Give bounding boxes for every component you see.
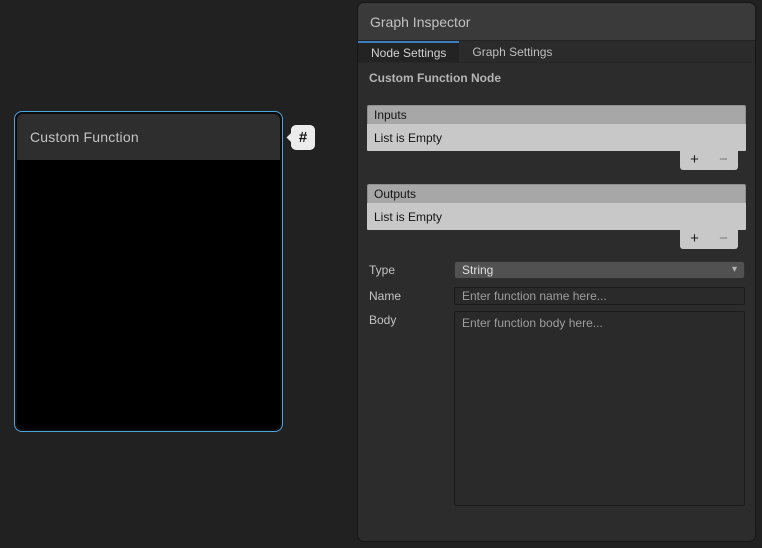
hash-badge[interactable]: # <box>291 125 315 150</box>
tab-graph-settings-label: Graph Settings <box>472 45 552 59</box>
add-output-button[interactable]: + <box>690 231 699 246</box>
inputs-list-empty-label: List is Empty <box>374 131 442 145</box>
dropdown-arrow-icon: ▾ <box>732 265 737 275</box>
body-label: Body <box>369 311 454 329</box>
tab-graph-settings[interactable]: Graph Settings <box>459 41 565 62</box>
add-input-button[interactable]: + <box>690 152 699 167</box>
outputs-list-footer: + − <box>367 230 746 249</box>
inputs-list-buttons: + − <box>680 151 738 170</box>
outputs-list-header-label: Outputs <box>374 187 416 201</box>
inputs-list-footer: + − <box>367 151 746 170</box>
type-label: Type <box>369 261 454 279</box>
inputs-list-empty-row: List is Empty <box>367 124 746 151</box>
outputs-list-buttons: + − <box>680 230 738 249</box>
remove-output-button[interactable]: − <box>719 231 728 246</box>
type-dropdown-value: String <box>462 263 493 277</box>
tab-bar: Node Settings Graph Settings <box>358 41 755 63</box>
outputs-list-header: Outputs <box>367 184 746 203</box>
panel-title: Graph Inspector <box>370 14 470 30</box>
node-header[interactable]: Custom Function <box>17 114 280 160</box>
graph-canvas[interactable]: Custom Function # Graph Inspector Node S… <box>0 0 762 548</box>
outputs-list: Outputs List is Empty + − <box>367 184 746 249</box>
inputs-list: Inputs List is Empty + − <box>367 105 746 170</box>
inputs-list-header: Inputs <box>367 105 746 124</box>
function-body-textarea[interactable] <box>454 311 745 506</box>
outputs-list-empty-row: List is Empty <box>367 203 746 230</box>
remove-input-button[interactable]: − <box>719 152 728 167</box>
type-dropdown[interactable]: String ▾ <box>454 261 745 279</box>
name-label: Name <box>369 287 454 305</box>
custom-function-node[interactable]: Custom Function <box>14 111 283 432</box>
panel-content: Custom Function Node Inputs List is Empt… <box>358 71 755 506</box>
node-title: Custom Function <box>30 129 139 145</box>
outputs-list-empty-label: List is Empty <box>374 210 442 224</box>
panel-title-bar[interactable]: Graph Inspector <box>358 3 755 41</box>
function-name-input[interactable] <box>454 287 745 305</box>
type-field-row: Type String ▾ <box>369 261 745 279</box>
tab-node-settings[interactable]: Node Settings <box>358 41 459 62</box>
graph-inspector-panel: Graph Inspector Node Settings Graph Sett… <box>357 2 756 542</box>
tab-node-settings-label: Node Settings <box>371 46 446 60</box>
inputs-list-header-label: Inputs <box>374 108 407 122</box>
hash-icon: # <box>299 129 307 146</box>
body-field-row: Body <box>369 311 745 506</box>
section-title: Custom Function Node <box>369 71 745 85</box>
node-body <box>17 160 280 429</box>
name-field-row: Name <box>369 287 745 305</box>
